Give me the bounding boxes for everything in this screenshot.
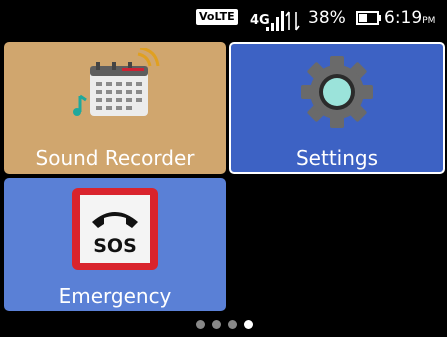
app-tile-settings[interactable]: Settings — [229, 42, 445, 174]
battery-percent: 38% — [308, 8, 346, 28]
sos-text: SOS — [93, 235, 137, 257]
status-bar: VoLTE 4G 38% 6:19PM — [0, 0, 447, 38]
page-dot[interactable] — [228, 320, 237, 329]
signal-strength-icon — [266, 11, 300, 31]
page-dot-active[interactable] — [244, 320, 253, 329]
battery-icon — [356, 11, 381, 25]
gear-icon — [301, 56, 373, 128]
sound-recorder-icon — [73, 48, 160, 116]
app-tile-sound-recorder[interactable]: Sound Recorder — [4, 42, 226, 174]
app-label: Sound Recorder — [35, 146, 195, 170]
sos-phone-icon: SOS — [72, 188, 158, 270]
page-indicator — [196, 320, 260, 330]
volte-indicator: VoLTE — [196, 9, 238, 25]
page-dot[interactable] — [196, 320, 205, 329]
clock: 6:19PM — [384, 8, 435, 28]
app-tile-emergency[interactable]: SOS Emergency — [4, 178, 226, 311]
page-dot[interactable] — [212, 320, 221, 329]
clock-time: 6:19 — [384, 8, 423, 28]
app-label: Settings — [295, 146, 379, 170]
clock-ampm: PM — [422, 16, 436, 26]
app-label: Emergency — [58, 284, 172, 308]
